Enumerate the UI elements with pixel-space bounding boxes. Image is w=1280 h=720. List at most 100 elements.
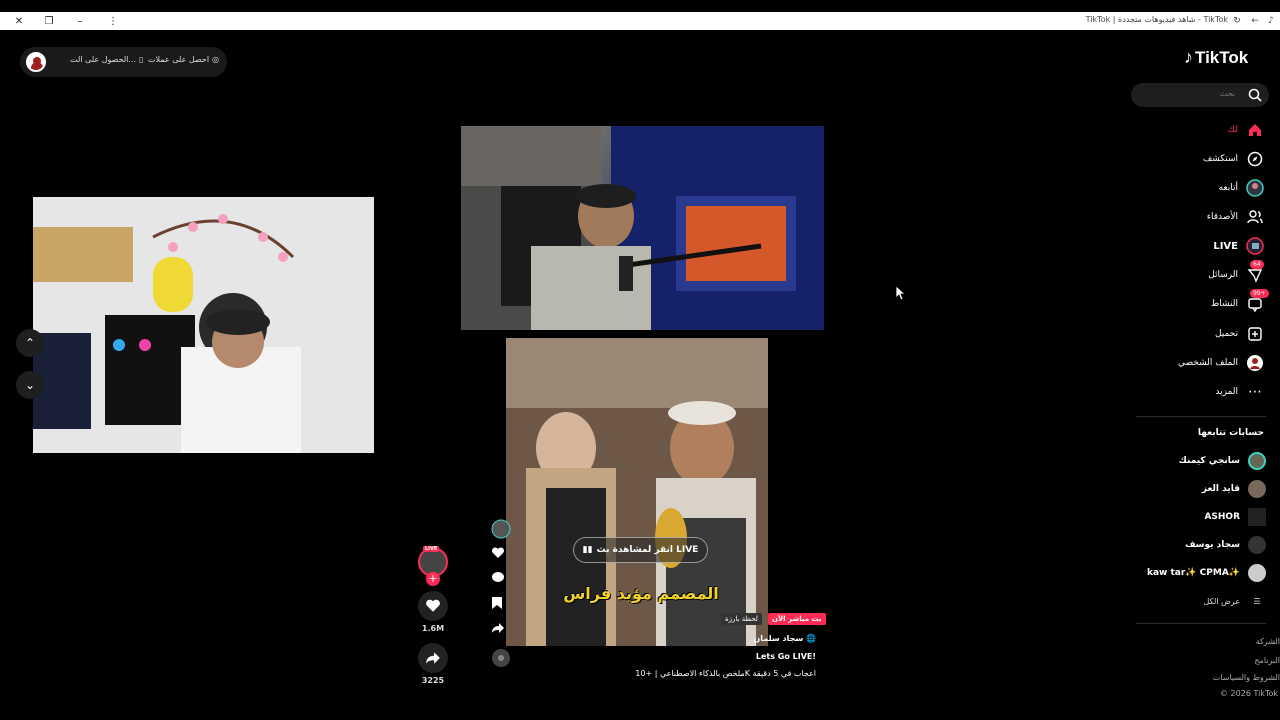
live-now-tag[interactable]: بث مباشر الآن [768,613,826,625]
mini-music-disc[interactable] [491,648,511,668]
live-badge: LIVE [423,546,440,552]
chevron-up-icon: ⌃ [24,336,36,350]
watch-live-button[interactable]: ▮▮ انقر لمشاهدة بث LIVE [573,537,708,563]
nav-label: لك [1227,125,1238,135]
following-account[interactable]: kaw tar✨ CPMA✨ [1147,563,1266,583]
menu-dots-icon[interactable]: ⋮ [106,14,120,28]
nav-more[interactable]: ⋯ المزيد [1215,381,1264,403]
nav-label: الأصدقاء [1206,212,1238,222]
nav-following[interactable]: أتابعه [1219,177,1264,199]
avatar[interactable] [26,52,46,72]
live-bars-icon: ▮▮ [582,545,593,555]
account-name: سجاد يوسف [1184,540,1240,550]
live-title: Lets Go LIVE! [755,652,816,661]
see-all-label: عرض الكل [1203,596,1240,606]
mini-comment-icon[interactable] [491,571,511,585]
nav-label: الرسائل [1208,270,1238,280]
account-name: ASHOR [1204,512,1240,522]
account-name: سانجي كيمنك [1178,456,1240,466]
tiktok-logo[interactable]: ♪ TikTok [1184,47,1248,68]
nav-label: تحميل [1214,329,1238,339]
sidebar-divider [1136,416,1266,417]
search-placeholder: بحث [1219,89,1235,98]
streamer-webcam-left [33,197,374,453]
following-account[interactable]: ASHOR [1204,507,1266,527]
nav-label: استكشف [1202,154,1238,164]
mini-avatar[interactable] [491,519,511,539]
nav-profile[interactable]: الملف الشخصي [1178,352,1264,374]
activity-badge: 99+ [1250,289,1269,298]
video-caption-overlay: المصمم مؤيد فراس [563,584,719,603]
footer-copyright: © 2026 TikTok [1220,689,1278,698]
nav-label: أتابعه [1218,183,1238,193]
account-name: قايد العز [1201,484,1240,494]
window-title: TikTok | شاهد فيديوهات متجددة - TikTok [1085,15,1228,24]
minimize-icon[interactable]: – [73,14,87,28]
previous-video-button[interactable]: ⌃ [16,329,44,357]
footer-link-company[interactable]: الشركة [1256,637,1280,646]
logo-text: TikTok [1195,47,1249,67]
author-name[interactable]: سجاد سلمان 🌐 [753,634,816,643]
mini-like-icon[interactable] [491,546,511,560]
account-name: kaw tar✨ CPMA✨ [1147,568,1240,578]
mini-bookmark-icon[interactable] [491,596,511,610]
heart-icon [418,591,448,621]
watch-live-label: انقر لمشاهدة بث LIVE [596,545,699,555]
messages-icon: 64 [1246,260,1264,284]
avatar [1248,508,1266,526]
upload-icon [1246,325,1264,343]
mini-share-icon[interactable] [491,621,511,635]
sidebar-divider [1136,623,1266,624]
more-icon: ⋯ [1248,384,1262,400]
profile-icon [1246,354,1264,372]
live-icon [1246,237,1264,255]
top-action-bar: الحصول على الت... ▯ احصل على عملات ◎ [20,47,227,77]
messages-badge: 64 [1250,260,1264,269]
phone-icon: ▯ [139,55,144,64]
footer-link-terms[interactable]: الشروط والسياسات [1213,673,1280,682]
chevron-down-icon: ⌄ [24,378,36,392]
nav-for-you[interactable]: لك [1228,119,1264,141]
nav-activity[interactable]: 99+ النشاط [1210,289,1269,315]
coin-icon: ◎ [212,55,220,64]
back-icon[interactable]: ← [1248,14,1262,28]
follow-plus-button[interactable]: + [426,572,440,586]
nav-label: الملف الشخصي [1178,358,1238,368]
search-input[interactable]: بحث [1131,83,1269,107]
nav-explore[interactable]: استكشف [1203,148,1264,170]
moment-tag[interactable]: لحظة بارزة [721,613,762,625]
search-icon[interactable] [1247,87,1263,103]
avatar [1248,480,1266,498]
see-all-button[interactable]: ☰ عرض الكل [1203,591,1266,611]
get-coins-button[interactable]: احصل على عملات ◎ [148,55,219,64]
share-count: 3225 [421,676,445,685]
activity-icon: 99+ [1246,289,1269,313]
nav-friends[interactable]: الأصدقاء [1207,206,1264,228]
avatar [1248,564,1266,582]
avatar [1248,536,1266,554]
restore-icon[interactable]: ❐ [42,14,56,28]
mouse-cursor-icon [895,285,907,301]
browser-titlebar: ✕ ❐ – ⋮ TikTok | شاهد فيديوهات متجددة - … [0,12,1280,30]
nav-live[interactable]: LIVE [1213,235,1264,257]
following-section-title: حسابات تتابعها [1197,428,1264,438]
footer-link-program[interactable]: البرنامج [1254,656,1280,665]
nav-upload[interactable]: تحميل [1215,323,1264,345]
following-account[interactable]: سانجي كيمنك [1179,451,1266,471]
get-app-label: الحصول على الت... [70,55,137,64]
nav-label: النشاط [1210,299,1238,309]
avatar [1248,452,1266,470]
share-button[interactable]: 3225 [418,643,448,685]
nav-messages[interactable]: 64 الرسائل [1208,260,1264,286]
following-account[interactable]: قايد العز [1202,479,1266,499]
reload-icon[interactable]: ↻ [1230,14,1244,28]
streamer-webcam-top [461,126,824,330]
nav-label: LIVE [1213,240,1238,252]
close-icon[interactable]: ✕ [12,14,26,28]
following-account[interactable]: سجاد يوسف [1185,535,1266,555]
like-button[interactable]: 1.6M [418,591,448,633]
get-app-button[interactable]: الحصول على الت... ▯ [70,55,143,64]
home-icon [1246,121,1264,139]
next-video-button[interactable]: ⌄ [16,371,44,399]
ai-summary[interactable]: ملخص بالذكاء الاصطناعي | +10K اعجاب في 5… [635,669,816,678]
